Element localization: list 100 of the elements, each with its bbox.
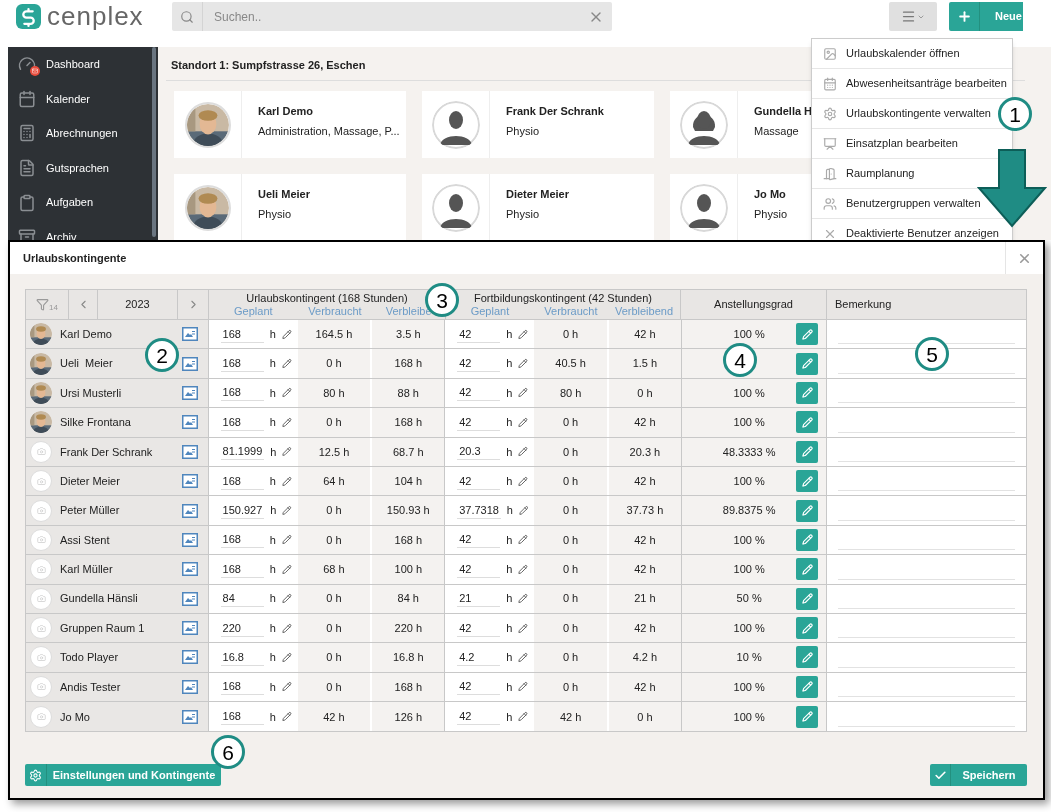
planned-field[interactable]: 168 [220,560,264,578]
remark-field[interactable] [838,487,1015,492]
edit-button[interactable] [796,352,819,375]
pencil-icon[interactable] [281,652,292,663]
pencil-icon[interactable] [518,622,529,634]
pencil-icon[interactable] [518,475,529,487]
planned-field[interactable]: 4.2 [457,649,501,666]
edit-button[interactable] [796,705,819,728]
planned-field[interactable]: 42 [457,678,501,696]
sidebar-item[interactable]: Aufgaben [8,185,158,220]
sidebar-item[interactable]: Abrechnungen [8,116,158,151]
pencil-icon[interactable] [282,446,292,458]
id-card-icon[interactable] [181,356,198,371]
sidebar-item[interactable]: Gutsprachen [8,150,158,186]
planned-field[interactable]: 42 [457,472,501,490]
planned-field[interactable]: 168 [220,355,264,373]
pencil-icon[interactable] [281,416,292,428]
id-card-icon[interactable] [181,650,198,665]
pencil-icon[interactable] [281,534,292,546]
pencil-icon[interactable] [281,711,292,723]
id-card-icon[interactable] [181,503,198,518]
edit-button[interactable] [796,323,819,346]
pencil-icon[interactable] [281,681,292,693]
planned-field[interactable]: 42 [457,384,501,402]
pencil-icon[interactable] [518,358,529,370]
planned-field[interactable]: 84 [220,590,264,608]
pencil-icon[interactable] [518,681,529,693]
pencil-icon[interactable] [518,711,529,723]
planned-field[interactable]: 42 [457,619,501,637]
pencil-icon[interactable] [281,563,292,575]
staff-card[interactable]: Ueli Meier Physio [174,174,406,240]
planned-field[interactable]: 21 [457,590,501,608]
planned-field[interactable]: 42 [457,355,501,373]
menu-button[interactable] [889,2,937,31]
planned-field[interactable]: 168 [220,472,264,490]
planned-field[interactable]: 168 [220,678,264,696]
sidebar-item[interactable]: Dashboard [8,47,158,82]
planned-field[interactable]: 168 [220,413,264,431]
search-field[interactable]: Suchen.. [203,2,580,31]
planned-field[interactable]: 150.927 [220,502,265,520]
pencil-icon[interactable] [281,358,292,370]
pencil-icon[interactable] [518,563,529,575]
id-card-icon[interactable] [181,444,198,459]
planned-field[interactable]: 81.1999 [220,443,265,461]
planned-field[interactable]: 42 [457,560,501,578]
planned-field[interactable]: 42 [457,708,501,726]
planned-field[interactable]: 168 [220,384,264,402]
edit-button[interactable] [796,470,819,493]
pencil-icon[interactable] [518,652,529,663]
id-card-icon[interactable] [181,415,198,430]
staff-card[interactable]: Karl Demo Administration, Massage, P... [174,91,406,158]
edit-button[interactable] [796,646,819,669]
id-card-icon[interactable] [181,385,198,400]
menu-item[interactable]: Urlaubskalender öffnen [823,45,960,62]
planned-field[interactable]: 42 [457,531,501,549]
staff-card[interactable]: Dieter Meier Physio [422,174,654,240]
id-card-icon[interactable] [181,327,198,342]
edit-button[interactable] [796,528,819,551]
planned-field[interactable]: 37.7318 [457,502,501,520]
staff-card[interactable]: Frank Der Schrank Physio [422,91,654,158]
pencil-icon[interactable] [281,475,292,487]
pencil-icon[interactable] [518,387,529,399]
pencil-icon[interactable] [281,593,292,605]
pencil-icon[interactable] [281,622,292,634]
planned-field[interactable]: 220 [220,619,264,637]
planned-field[interactable]: 16.8 [220,649,264,666]
pencil-icon[interactable] [281,387,292,399]
pencil-icon[interactable] [282,505,292,517]
edit-button[interactable] [796,558,819,581]
id-card-icon[interactable] [181,532,198,547]
planned-field[interactable]: 168 [220,531,264,549]
edit-button[interactable] [796,381,819,404]
planned-field[interactable]: 20.3 [457,443,501,461]
id-card-icon[interactable] [181,562,198,577]
pencil-icon[interactable] [281,328,292,340]
edit-button[interactable] [796,675,819,698]
id-card-icon[interactable] [181,709,198,724]
id-card-icon[interactable] [181,679,198,694]
id-card-icon[interactable] [181,621,198,636]
id-card-icon[interactable] [181,474,198,489]
planned-field[interactable]: 168 [220,325,264,343]
remark-field[interactable] [838,723,1015,728]
pencil-icon[interactable] [518,416,529,428]
remark-field[interactable] [838,693,1015,698]
pencil-icon[interactable] [518,446,529,458]
pencil-icon[interactable] [518,505,529,517]
sidebar-item[interactable]: Kalender [8,81,158,117]
pencil-icon[interactable] [518,328,529,340]
planned-field[interactable]: 168 [220,708,264,726]
edit-button[interactable] [796,617,819,640]
id-card-icon[interactable] [181,591,198,606]
remark-field[interactable] [838,546,1015,551]
remark-field[interactable] [838,634,1015,639]
edit-button[interactable] [796,440,819,463]
edit-button[interactable] [796,587,819,610]
planned-field[interactable]: 42 [457,413,501,431]
remark-field[interactable] [838,399,1015,404]
pencil-icon[interactable] [518,593,529,605]
planned-field[interactable]: 42 [457,325,501,343]
edit-button[interactable] [796,411,819,434]
